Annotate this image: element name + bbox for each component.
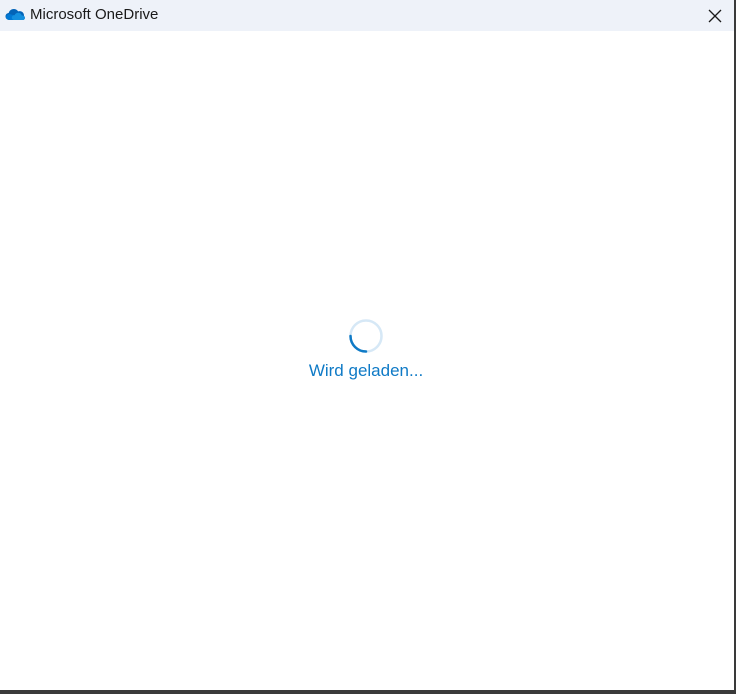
- onedrive-window: Microsoft OneDrive Wird geladen...: [0, 0, 736, 694]
- title-bar: Microsoft OneDrive: [0, 0, 734, 31]
- content-area: Wird geladen...: [0, 31, 734, 690]
- loading-spinner-icon: [348, 318, 384, 354]
- onedrive-cloud-icon: [5, 6, 25, 22]
- close-button[interactable]: [696, 0, 734, 31]
- window-title: Microsoft OneDrive: [30, 6, 159, 23]
- close-icon: [708, 9, 722, 22]
- loading-text: Wird geladen...: [308, 361, 424, 380]
